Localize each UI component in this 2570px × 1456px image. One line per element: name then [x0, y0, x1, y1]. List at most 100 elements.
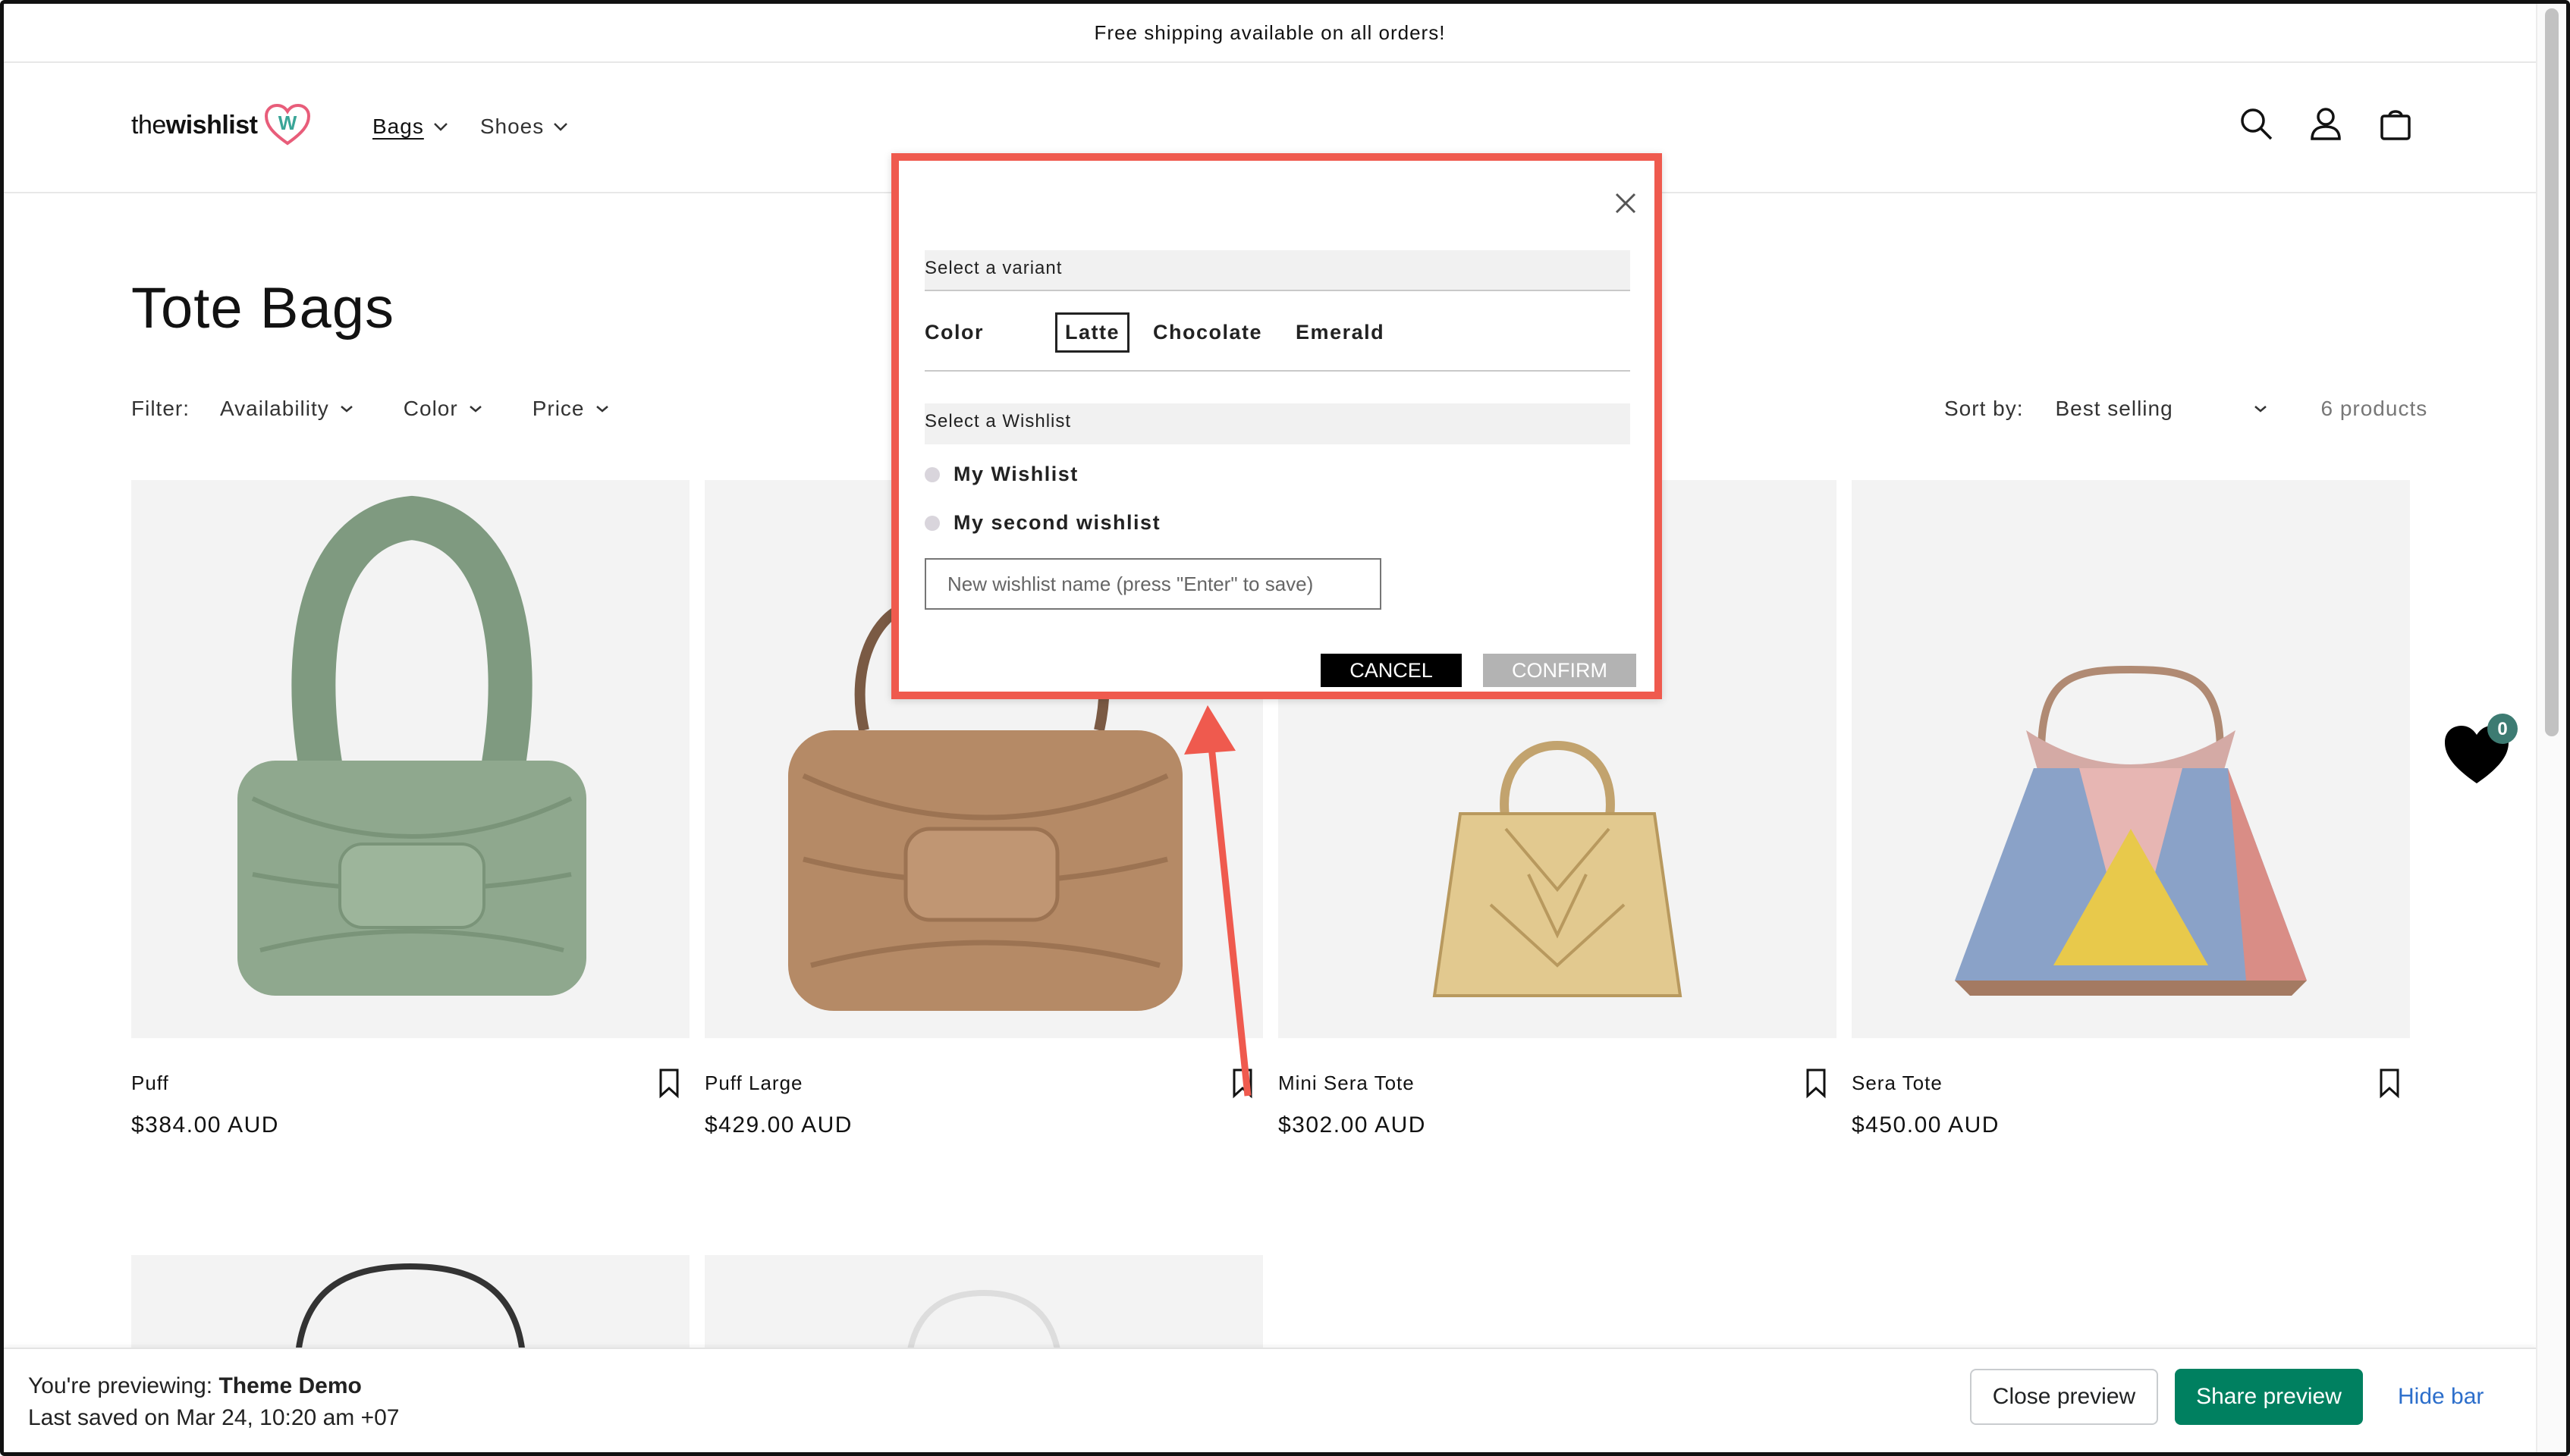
announcement-bar: Free shipping available on all orders!: [4, 4, 2536, 63]
theme-preview-bar: You're previewing: Theme Demo Last saved…: [4, 1348, 2536, 1452]
wishlist-float-button[interactable]: 0: [2442, 711, 2518, 786]
radio-button[interactable]: [925, 466, 940, 482]
product-name[interactable]: Sera Tote: [1852, 1072, 1943, 1095]
product-image-partial[interactable]: [131, 1255, 690, 1354]
radio-button[interactable]: [925, 515, 940, 531]
variant-section-header: Select a variant: [925, 250, 1630, 291]
bookmark-icon: [1806, 1068, 1826, 1099]
chevron-down-icon: [469, 406, 482, 413]
chevron-down-icon: [2254, 406, 2267, 413]
wishlist-option[interactable]: My second wishlist: [925, 511, 1161, 535]
scrollbar-thumb[interactable]: [2545, 8, 2559, 736]
wishlist-section-header: Select a Wishlist: [925, 403, 1630, 444]
product-price: $302.00 AUD: [1278, 1112, 1426, 1138]
announcement-text: Free shipping available on all orders!: [1094, 20, 1446, 44]
nav-shoes[interactable]: Shoes: [480, 115, 568, 139]
last-saved-text: Last saved on Mar 24, 10:20 am +07: [28, 1405, 400, 1430]
nav-bags-label: Bags: [372, 115, 424, 138]
divider: [925, 370, 1630, 372]
nav-bags[interactable]: Bags: [372, 115, 448, 139]
logo-wordmark: thewishlist: [131, 110, 258, 140]
filter-availability[interactable]: Availability: [220, 397, 353, 421]
product-image-sera-tote[interactable]: [1852, 480, 2410, 1038]
scrollbar[interactable]: [2536, 4, 2566, 1452]
theme-name: Theme Demo: [218, 1373, 362, 1398]
divider: [925, 290, 1630, 291]
product-name[interactable]: Mini Sera Tote: [1278, 1072, 1415, 1095]
share-preview-button[interactable]: Share preview: [2175, 1369, 2363, 1425]
filter-color-label: Color: [403, 397, 458, 420]
bag-illustration: [237, 495, 586, 996]
bag-illustration: [1955, 665, 2307, 996]
page-title: Tote Bags: [131, 276, 394, 340]
wishlist-button[interactable]: [1803, 1067, 1829, 1099]
color-selector: Color Latte Chocolate Emerald: [925, 312, 1408, 353]
product-image-partial[interactable]: [705, 1255, 1263, 1354]
bag-illustration: [906, 1289, 1061, 1354]
main-nav: Bags Shoes: [372, 115, 568, 139]
chevron-down-icon: [433, 123, 448, 131]
logo-mark-letter: W: [278, 111, 297, 134]
wishlist-option-label: My Wishlist: [954, 463, 1079, 485]
cart-icon: [2380, 110, 2411, 140]
heart-logo-icon: W: [265, 104, 311, 146]
cancel-button[interactable]: CANCEL: [1321, 654, 1462, 687]
sort-value: Best selling: [2055, 397, 2173, 420]
product-price: $429.00 AUD: [705, 1112, 853, 1138]
wishlist-count: 0: [2497, 719, 2507, 739]
color-option-latte[interactable]: Latte: [1055, 312, 1130, 353]
bookmark-icon: [2380, 1068, 2399, 1099]
previewing-prefix: You're previewing:: [28, 1373, 213, 1398]
filter-bar: Filter: Availability Color Price: [131, 397, 659, 421]
variant-header-label: Select a variant: [925, 258, 1063, 278]
chevron-down-icon: [340, 406, 353, 413]
new-wishlist-input[interactable]: [925, 558, 1381, 610]
product-name[interactable]: Puff Large: [705, 1072, 803, 1095]
filter-availability-label: Availability: [220, 397, 329, 420]
close-preview-button[interactable]: Close preview: [1970, 1369, 2158, 1425]
product-count: 6 products: [2320, 397, 2428, 420]
store-logo[interactable]: thewishlist W: [131, 104, 311, 146]
wishlist-button[interactable]: [656, 1067, 682, 1099]
sort-bar: Sort by: Best selling 6 products: [1944, 397, 2427, 421]
chevron-down-icon: [554, 123, 568, 131]
header-icons: [2238, 105, 2414, 142]
color-option-emerald[interactable]: Emerald: [1286, 312, 1394, 353]
user-icon: [2311, 108, 2341, 140]
product-name[interactable]: Puff: [131, 1072, 169, 1095]
confirm-button[interactable]: CONFIRM: [1483, 654, 1636, 687]
close-button[interactable]: [1612, 190, 1639, 217]
heart-icon: 0: [2445, 714, 2518, 783]
cart-button[interactable]: [2377, 105, 2414, 142]
product-price: $384.00 AUD: [131, 1112, 279, 1138]
filter-color[interactable]: Color: [404, 397, 482, 421]
filter-label: Filter:: [131, 397, 190, 420]
sort-select[interactable]: Best selling: [2055, 397, 2267, 421]
filter-price[interactable]: Price: [533, 397, 609, 421]
bookmark-icon: [1233, 1068, 1252, 1099]
account-button[interactable]: [2308, 105, 2344, 142]
search-icon: [2241, 108, 2273, 140]
product-card[interactable]: Sera Tote $450.00 AUD: [1852, 480, 2410, 1138]
wishlist-option[interactable]: My Wishlist: [925, 463, 1079, 486]
filter-price-label: Price: [532, 397, 585, 420]
color-option-chocolate[interactable]: Chocolate: [1143, 312, 1272, 353]
sort-label: Sort by:: [1944, 397, 2024, 420]
search-button[interactable]: [2238, 105, 2274, 142]
wishlist-button[interactable]: [2377, 1067, 2402, 1099]
wishlist-header-label: Select a Wishlist: [925, 411, 1072, 431]
product-card[interactable]: Puff $384.00 AUD: [131, 480, 690, 1138]
color-label: Color: [925, 321, 984, 344]
browser-frame: Free shipping available on all orders! t…: [0, 0, 2570, 1456]
hide-bar-link[interactable]: Hide bar: [2398, 1384, 2484, 1410]
wishlist-button[interactable]: [1230, 1067, 1255, 1099]
chevron-down-icon: [595, 406, 608, 413]
bag-illustration: [295, 1263, 526, 1354]
product-image-puff[interactable]: [131, 480, 690, 1038]
nav-shoes-label: Shoes: [479, 115, 545, 138]
wishlist-option-label: My second wishlist: [954, 511, 1161, 534]
product-price: $450.00 AUD: [1852, 1112, 2000, 1138]
close-icon: [1615, 193, 1636, 214]
previewing-text: You're previewing: Theme Demo: [28, 1373, 362, 1399]
add-to-wishlist-modal: Select a variant Color Latte Chocolate E…: [891, 153, 1662, 699]
